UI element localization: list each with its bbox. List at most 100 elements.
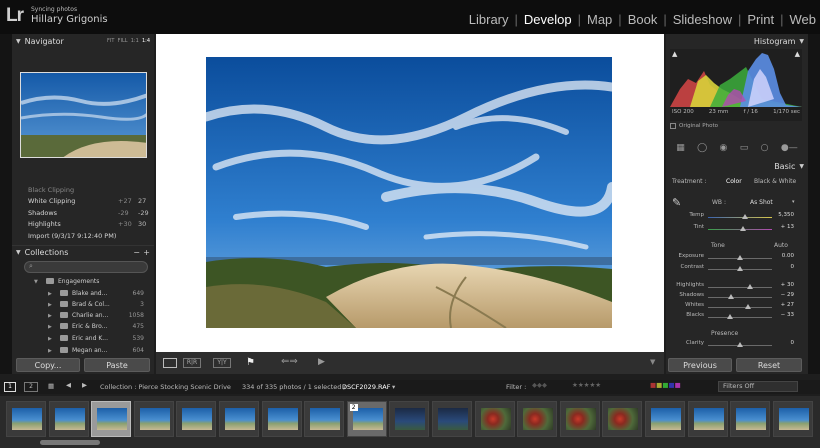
spot-removal-icon[interactable]: ◯ [697, 143, 707, 153]
collection-item[interactable]: ▶ Charlie an... 1058 [12, 310, 154, 321]
treatment-bw-option[interactable]: Black & White [754, 178, 796, 185]
collection-item[interactable]: ▶ Megan an... 604 [12, 345, 154, 356]
dropdown-arrow-icon[interactable]: ▾ [792, 199, 795, 205]
history-item[interactable]: White Clipping +27 27 [14, 196, 154, 208]
right-panel-toggle[interactable] [808, 34, 820, 374]
module-web[interactable]: Web [790, 12, 817, 27]
radial-filter-icon[interactable]: ○ [761, 143, 769, 153]
color-filter-icon[interactable]: ■■■■■ [650, 381, 681, 389]
slider-contrast[interactable]: Contrast 0 [666, 264, 808, 274]
filmstrip-thumbnail[interactable] [133, 401, 174, 437]
before-after-yy-icon[interactable]: Y|Y [213, 358, 231, 368]
treatment-color-option[interactable]: Color [726, 178, 742, 185]
filmstrip-thumbnail[interactable] [261, 401, 302, 437]
slider-track[interactable] [708, 217, 772, 218]
slider-handle[interactable] [740, 226, 747, 231]
checkbox-icon[interactable] [670, 123, 676, 129]
source-path[interactable]: Collection : Pierce Stocking Scenic Driv… [100, 383, 231, 391]
graduated-filter-icon[interactable]: ▭ [740, 143, 749, 153]
before-after-lr-icon[interactable]: R|R [183, 358, 201, 368]
zoom-1-4[interactable]: 1:4 [142, 38, 150, 44]
loupe-view-icon[interactable] [163, 358, 177, 368]
histogram-header[interactable]: Histogram ▼ [666, 35, 808, 47]
filmstrip-scrollbar[interactable] [40, 440, 100, 445]
slider-value[interactable]: − 33 [781, 312, 794, 318]
remove-collection-icon[interactable]: − [133, 248, 140, 257]
history-item[interactable]: Highlights +30 30 [14, 219, 154, 231]
filmstrip-thumbnail[interactable] [559, 401, 600, 437]
history-item[interactable]: Import (9/3/17 9:12:40 PM) [14, 230, 154, 242]
collection-item[interactable]: ▶ Blake and... 649 [12, 288, 154, 299]
zoom-1-1[interactable]: 1:1 [131, 38, 139, 44]
filmstrip-thumbnail[interactable] [176, 401, 217, 437]
collection-item[interactable]: ▶ Brad & Col... 3 [12, 299, 154, 310]
filmstrip-thumbnail[interactable] [48, 401, 89, 437]
filters-off-select[interactable]: Filters Off [718, 381, 798, 392]
rating-filter-stars-icon[interactable]: ★★★★★ [572, 381, 601, 389]
slider-value[interactable]: − 29 [781, 292, 794, 298]
slider-exposure[interactable]: Exposure 0.00 [666, 253, 808, 263]
primary-window-button[interactable]: 1 [4, 382, 16, 392]
slider-handle[interactable] [746, 284, 753, 289]
slider-handle[interactable] [728, 294, 735, 299]
zoom-fit[interactable]: FIT [107, 38, 114, 44]
filmstrip-thumbnail[interactable] [474, 401, 515, 437]
toolbar-menu-icon[interactable]: ▼ [650, 358, 655, 366]
slider-shadows[interactable]: Shadows − 29 [666, 292, 808, 302]
filmstrip-thumbnail[interactable] [304, 401, 345, 437]
flag-icon[interactable]: ⚑ [246, 357, 255, 368]
slider-value[interactable]: 0.00 [782, 253, 794, 259]
copy-settings-button[interactable]: Copy... [16, 358, 80, 372]
filmstrip-thumbnail[interactable] [730, 401, 771, 437]
left-panel-toggle[interactable] [0, 34, 12, 374]
module-library[interactable]: Library [469, 12, 509, 27]
forward-arrow-icon[interactable]: ▶ [82, 381, 87, 389]
tone-auto-button[interactable]: Auto [774, 242, 788, 249]
crop-tool-icon[interactable]: ▦ [676, 143, 685, 153]
zoom-fill[interactable]: FILL [118, 38, 128, 44]
filmstrip-thumbnail[interactable] [432, 401, 472, 437]
slider-handle[interactable] [737, 342, 743, 347]
navigator-preview[interactable] [20, 72, 147, 158]
dropdown-arrow-icon[interactable]: ▾ [392, 383, 395, 391]
grid-icon[interactable]: ▦ [48, 382, 54, 390]
collection-item[interactable]: ▶ Eric and K... 539 [12, 333, 154, 344]
original-photo-toggle[interactable]: Original Photo [670, 123, 718, 129]
filmstrip-thumbnail[interactable]: 2 [346, 401, 387, 437]
slider-value[interactable]: + 30 [781, 282, 794, 288]
module-slideshow[interactable]: Slideshow [673, 12, 732, 27]
slider-blacks[interactable]: Blacks − 33 [666, 312, 808, 322]
slider-track[interactable] [708, 287, 772, 288]
slider-tint[interactable]: Tint + 13 [666, 224, 808, 234]
module-print[interactable]: Print [747, 12, 774, 27]
paste-settings-button[interactable]: Paste [84, 358, 150, 372]
collections-header[interactable]: ▼ Collections − + [12, 245, 154, 259]
slider-temp[interactable]: Temp 5,350 [666, 212, 808, 222]
filmstrip-thumbnail[interactable] [645, 401, 685, 437]
slider-track[interactable] [708, 307, 772, 308]
main-photo[interactable] [206, 57, 612, 328]
slider-highlights[interactable]: Highlights + 30 [666, 282, 808, 292]
filmstrip-thumbnail[interactable] [91, 401, 132, 437]
white-balance-eyedropper-icon[interactable]: ✎ [672, 196, 681, 209]
basic-panel-header[interactable]: Basic ▼ [666, 160, 808, 172]
collection-set-engagements[interactable]: ▼ Engagements [12, 276, 154, 287]
back-arrow-icon[interactable]: ◀ [66, 381, 71, 389]
module-map[interactable]: Map [587, 12, 612, 27]
filmstrip-thumbnail[interactable] [687, 401, 728, 437]
slider-value[interactable]: 5,350 [778, 212, 794, 218]
slider-value[interactable]: 0 [791, 264, 795, 270]
filmstrip-thumbnail[interactable] [219, 401, 259, 437]
previous-button[interactable]: Previous [668, 358, 732, 372]
filmstrip-thumbnail[interactable] [389, 401, 430, 437]
slider-track[interactable] [708, 297, 772, 298]
slider-handle[interactable] [745, 304, 752, 309]
red-eye-icon[interactable]: ◉ [720, 143, 728, 153]
filmstrip-thumbnail[interactable] [6, 401, 46, 437]
collection-search-input[interactable]: ⌕ [24, 261, 148, 273]
play-icon[interactable]: ▶ [318, 357, 325, 367]
selected-filename[interactable]: DSCF2029.RAF [342, 383, 390, 391]
flag-filter-icon[interactable]: ◆◆◆ [532, 381, 547, 389]
slider-track[interactable] [708, 317, 772, 318]
slider-handle[interactable] [737, 266, 743, 271]
